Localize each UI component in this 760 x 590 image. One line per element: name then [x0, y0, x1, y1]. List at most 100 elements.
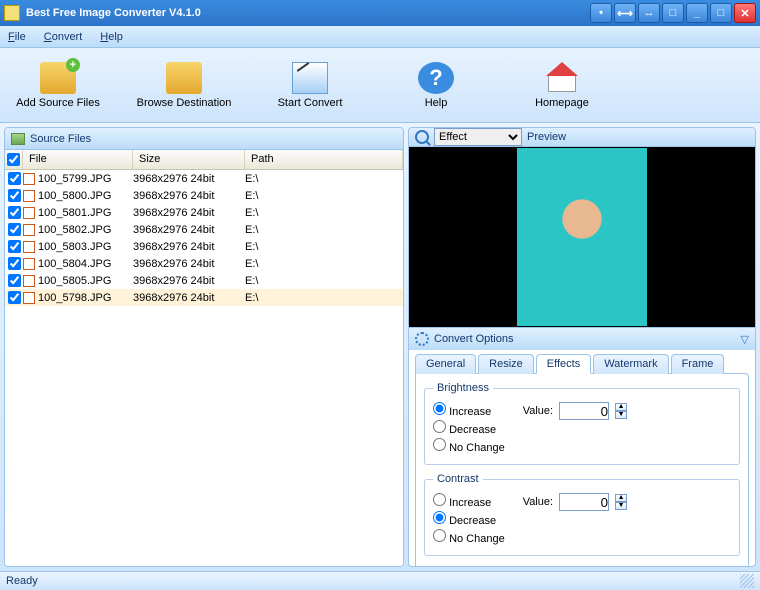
image-file-icon [23, 224, 35, 236]
convert-options: Convert Options ▽ General Resize Effects… [409, 327, 755, 567]
brightness-nochange[interactable]: No Change [433, 438, 505, 454]
file-row[interactable]: 100_5805.JPG 3968x2976 24bit E:\ [5, 272, 403, 289]
minimize-button[interactable]: _ [686, 3, 708, 23]
gear-icon [415, 332, 429, 346]
file-row[interactable]: 100_5798.JPG 3968x2976 24bit E:\ [5, 289, 403, 306]
file-row[interactable]: 100_5800.JPG 3968x2976 24bit E:\ [5, 187, 403, 204]
brightness-legend: Brightness [433, 382, 493, 394]
file-path: E:\ [245, 275, 403, 287]
app-icon [4, 5, 20, 21]
file-dims: 3968x2976 [133, 292, 187, 304]
toolbar-label: Start Convert [278, 97, 343, 109]
preview-mode-select[interactable]: Effect [434, 128, 522, 146]
file-name: 100_5799.JPG [38, 173, 111, 185]
tab-frame[interactable]: Frame [671, 354, 725, 374]
folder-plus-icon [40, 62, 76, 94]
file-path: E:\ [245, 190, 403, 202]
file-path: E:\ [245, 241, 403, 253]
toolbar-label: Help [425, 97, 448, 109]
file-checkbox[interactable] [8, 223, 21, 236]
file-path: E:\ [245, 207, 403, 219]
magnifier-icon[interactable] [415, 130, 429, 144]
file-name: 100_5798.JPG [38, 292, 111, 304]
status-text: Ready [6, 575, 38, 587]
tab-general[interactable]: General [415, 354, 476, 374]
titlebar-btn-2[interactable]: ⟷ [614, 3, 636, 23]
browse-destination-button[interactable]: Browse Destination [136, 62, 232, 109]
add-source-files-button[interactable]: Add Source Files [10, 62, 106, 109]
file-dims: 3968x2976 [133, 275, 187, 287]
menu-file[interactable]: File [8, 31, 26, 43]
toolbar-label: Homepage [535, 97, 589, 109]
col-check[interactable] [5, 150, 23, 169]
tab-effects[interactable]: Effects [536, 354, 591, 374]
file-dims: 3968x2976 [133, 207, 187, 219]
homepage-button[interactable]: Homepage [514, 62, 610, 109]
file-dims: 3968x2976 [133, 258, 187, 270]
start-convert-button[interactable]: Start Convert [262, 62, 358, 109]
tab-watermark[interactable]: Watermark [593, 354, 668, 374]
file-depth: 24bit [191, 173, 215, 185]
maximize-button[interactable]: □ [710, 3, 732, 23]
check-all[interactable] [7, 153, 20, 166]
file-row[interactable]: 100_5801.JPG 3968x2976 24bit E:\ [5, 204, 403, 221]
collapse-icon[interactable]: ▽ [741, 333, 749, 346]
contrast-increase[interactable]: Increase [433, 493, 505, 509]
tab-resize[interactable]: Resize [478, 354, 534, 374]
contrast-spin-down[interactable]: ▼ [615, 502, 627, 510]
file-name: 100_5803.JPG [38, 241, 111, 253]
file-row[interactable]: 100_5804.JPG 3968x2976 24bit E:\ [5, 255, 403, 272]
file-path: E:\ [245, 258, 403, 270]
home-icon [544, 62, 580, 94]
file-checkbox[interactable] [8, 206, 21, 219]
brightness-increase[interactable]: Increase [433, 402, 505, 418]
brightness-decrease[interactable]: Decrease [433, 420, 505, 436]
file-list[interactable]: 100_5799.JPG 3968x2976 24bit E:\ 100_580… [5, 170, 403, 566]
column-headers: File Size Path [5, 150, 403, 170]
brightness-group: Brightness Increase Decrease No Change V… [424, 382, 740, 465]
brightness-spin-up[interactable]: ▲ [615, 403, 627, 411]
toolbar: Add Source Files Browse Destination Star… [0, 48, 760, 123]
file-row[interactable]: 100_5803.JPG 3968x2976 24bit E:\ [5, 238, 403, 255]
file-checkbox[interactable] [8, 189, 21, 202]
preview-area [409, 147, 755, 327]
toolbar-label: Add Source Files [16, 97, 100, 109]
contrast-value-input[interactable] [559, 493, 609, 511]
file-checkbox[interactable] [8, 291, 21, 304]
help-icon: ? [418, 62, 454, 94]
contrast-nochange[interactable]: No Change [433, 529, 505, 545]
brightness-value-input[interactable] [559, 402, 609, 420]
file-dims: 3968x2976 [133, 190, 187, 202]
menubar: File Convert Help [0, 26, 760, 48]
close-button[interactable]: ✕ [734, 3, 756, 23]
file-depth: 24bit [191, 241, 215, 253]
menu-convert[interactable]: Convert [44, 31, 83, 43]
file-checkbox[interactable] [8, 240, 21, 253]
help-button[interactable]: ? Help [388, 62, 484, 109]
titlebar-btn-3[interactable]: ↔ [638, 3, 660, 23]
col-size[interactable]: Size [133, 150, 245, 169]
file-row[interactable]: 100_5799.JPG 3968x2976 24bit E:\ [5, 170, 403, 187]
file-name: 100_5802.JPG [38, 224, 111, 236]
effects-tab-body: Brightness Increase Decrease No Change V… [415, 373, 749, 567]
file-row[interactable]: 100_5802.JPG 3968x2976 24bit E:\ [5, 221, 403, 238]
file-depth: 24bit [191, 224, 215, 236]
file-name: 100_5801.JPG [38, 207, 111, 219]
resize-grip-icon[interactable] [740, 574, 754, 588]
menu-help[interactable]: Help [100, 31, 123, 43]
file-checkbox[interactable] [8, 172, 21, 185]
image-file-icon [23, 292, 35, 304]
source-files-icon [11, 133, 25, 145]
contrast-spin-up[interactable]: ▲ [615, 494, 627, 502]
brightness-spin-down[interactable]: ▼ [615, 411, 627, 419]
titlebar-btn-4[interactable]: □ [662, 3, 684, 23]
file-checkbox[interactable] [8, 274, 21, 287]
file-path: E:\ [245, 292, 403, 304]
contrast-decrease[interactable]: Decrease [433, 511, 505, 527]
col-path[interactable]: Path [245, 150, 403, 169]
titlebar-btn-1[interactable]: • [590, 3, 612, 23]
col-file[interactable]: File [23, 150, 133, 169]
file-checkbox[interactable] [8, 257, 21, 270]
image-file-icon [23, 258, 35, 270]
file-name: 100_5805.JPG [38, 275, 111, 287]
